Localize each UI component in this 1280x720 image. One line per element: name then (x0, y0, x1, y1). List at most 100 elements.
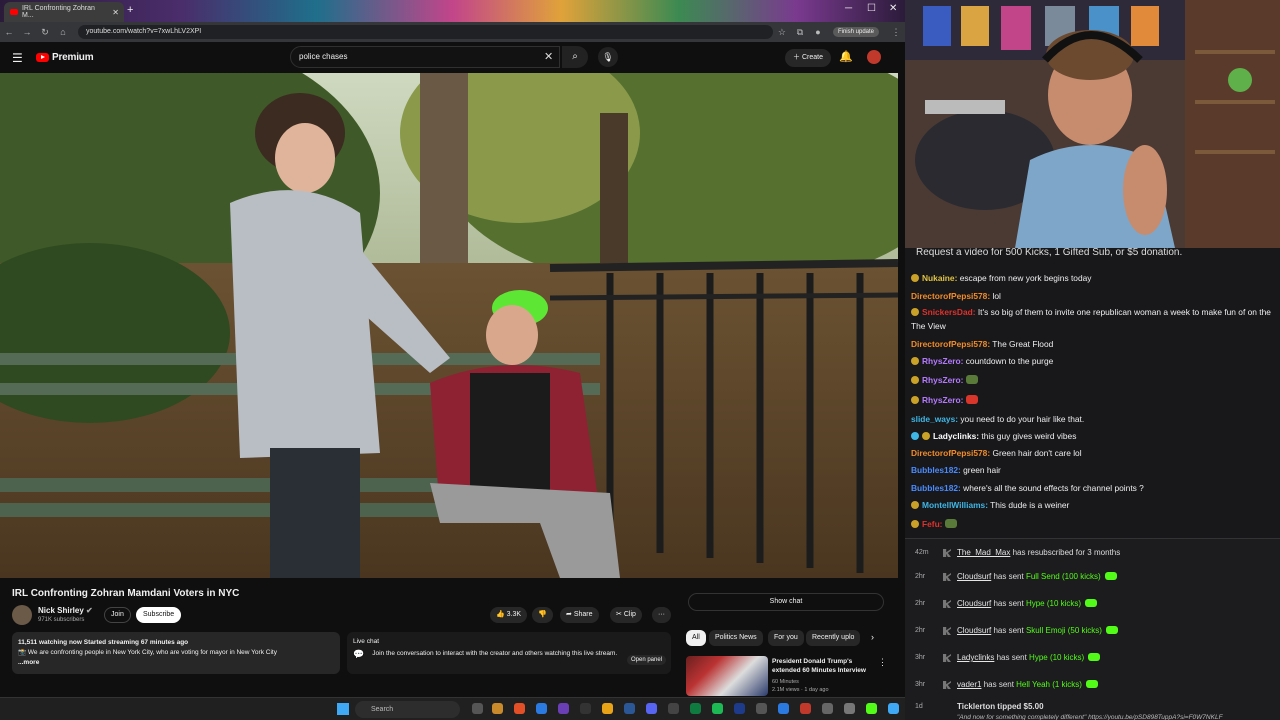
microphone-icon[interactable]: 🎙 (598, 47, 618, 67)
more-link[interactable]: ...more (18, 658, 334, 668)
close-tab-icon[interactable]: ✕ (112, 8, 119, 17)
badge-icon (911, 308, 919, 316)
menu-dots-icon[interactable]: ⋮ (887, 27, 905, 38)
emote-icon (944, 519, 957, 528)
event-item: Hell Yeah (1 kicks) (1016, 680, 1082, 689)
chip-all[interactable]: All (686, 630, 706, 646)
event-user[interactable]: Cloudsurf (957, 599, 991, 608)
app-icon-7[interactable] (734, 703, 745, 714)
chip-politics-news[interactable]: Politics News (709, 630, 763, 646)
user-avatar[interactable] (867, 50, 881, 64)
spotify-icon[interactable] (712, 703, 723, 714)
description-box[interactable]: 11,511 watching now Started streaming 67… (12, 632, 340, 674)
related-video-title[interactable]: President Donald Trump's extended 60 Min… (772, 657, 877, 675)
open-panel-button[interactable]: Open panel (627, 655, 667, 665)
chat-text: countdown to the purge (963, 356, 1054, 366)
new-tab-button[interactable]: + (127, 4, 133, 16)
related-video-thumbnail[interactable] (686, 656, 768, 696)
extensions-icon[interactable]: ⧉ (791, 27, 809, 38)
app-icon-2[interactable] (558, 703, 569, 714)
chat-message: RhysZero: (911, 372, 1276, 388)
chat-user[interactable]: SnickersDad: (922, 307, 976, 317)
search-input[interactable]: police chases (290, 46, 560, 68)
app-icon-11[interactable] (822, 703, 833, 714)
event-user[interactable]: vader1 (957, 680, 981, 689)
chip-for-you[interactable]: For you (768, 630, 804, 646)
hamburger-menu-icon[interactable]: ☰ (12, 51, 23, 65)
chat-user[interactable]: MontellWilliams: (922, 500, 988, 510)
like-button[interactable]: 👍 3.3K (490, 607, 528, 623)
chat-user[interactable]: Nukaine: (922, 273, 957, 283)
app-icon-6[interactable] (690, 703, 701, 714)
app-icon-1[interactable] (536, 703, 547, 714)
discord-icon[interactable] (646, 703, 657, 714)
event-row: 2hr Cloudsurf has sent Skull Emoji (50 ki… (905, 619, 1280, 643)
chat-user[interactable]: Ladyclinks: (933, 431, 979, 441)
back-icon[interactable]: ← (0, 27, 18, 37)
chat-user[interactable]: RhysZero: (922, 375, 963, 385)
app-icon-8[interactable] (756, 703, 767, 714)
minimize-icon[interactable]: ─ (845, 3, 852, 14)
browser-icon[interactable] (514, 703, 525, 714)
chevron-right-icon[interactable]: › (871, 632, 874, 642)
chat-user[interactable]: slide_ways: (911, 414, 958, 424)
chat-user[interactable]: Bubbles182: (911, 483, 961, 493)
badge-icon (922, 432, 930, 440)
app-icon-12[interactable] (844, 703, 855, 714)
windows-start-icon[interactable] (337, 703, 349, 715)
channel-name[interactable]: Nick Shirley ✔ (38, 606, 93, 615)
chat-user[interactable]: Fefu: (922, 519, 942, 529)
dislike-button[interactable]: 👎 (532, 607, 553, 623)
more-actions-button[interactable]: ··· (652, 607, 671, 623)
close-window-icon[interactable]: ✕ (889, 3, 897, 14)
clear-search-icon[interactable]: ✕ (544, 50, 553, 63)
youtube-favicon-icon (10, 9, 18, 15)
maximize-icon[interactable]: ☐ (867, 3, 876, 14)
chat-user[interactable]: Bubbles182: (911, 465, 961, 475)
url-field[interactable]: youtube.com/watch?v=7xwLhLV2XPI (78, 25, 773, 39)
chat-user[interactable]: DirectorofPepsi578: (911, 339, 990, 349)
event-user[interactable]: The_Mad_Max (957, 548, 1010, 557)
file-explorer-icon[interactable] (492, 703, 503, 714)
event-user[interactable]: Ladyclinks (957, 653, 994, 662)
youtube-logo[interactable]: Premium (36, 52, 94, 63)
join-button[interactable]: Join (104, 607, 131, 623)
task-view-icon[interactable] (472, 703, 483, 714)
app-icon-4[interactable] (624, 703, 635, 714)
event-user[interactable]: Cloudsurf (957, 572, 991, 581)
folder-icon[interactable] (602, 703, 613, 714)
chat-message: DirectorofPepsi578: Green hair don't car… (911, 445, 1276, 461)
badge-icon (911, 357, 919, 365)
clip-button[interactable]: ✂ Clip (610, 607, 642, 623)
create-button[interactable]: ＋ Create (785, 49, 831, 67)
event-user[interactable]: Cloudsurf (957, 626, 991, 635)
notifications-bell-icon[interactable]: 🔔 (839, 50, 853, 63)
app-icon-9[interactable] (778, 703, 789, 714)
chat-user[interactable]: RhysZero: (922, 395, 963, 405)
profile-icon[interactable]: ● (809, 27, 827, 37)
app-icon-10[interactable] (800, 703, 811, 714)
home-icon[interactable]: ⌂ (54, 27, 72, 37)
app-icon-13[interactable] (888, 703, 899, 714)
subscribe-button[interactable]: Subscribe (136, 607, 182, 623)
chat-user[interactable]: DirectorofPepsi578: (911, 448, 990, 458)
chip-recently-uploaded[interactable]: Recently uplo (806, 630, 861, 646)
finish-update-button[interactable]: Finish update (832, 27, 879, 37)
forward-icon[interactable]: → (18, 27, 36, 37)
app-icon-3[interactable] (580, 703, 591, 714)
video-player[interactable] (0, 73, 898, 578)
event-time: 42m (915, 549, 929, 556)
app-icon-5[interactable] (668, 703, 679, 714)
chat-user[interactable]: DirectorofPepsi578: (911, 291, 990, 301)
chat-user[interactable]: RhysZero: (922, 356, 963, 366)
share-button[interactable]: ➦ Share (560, 607, 599, 623)
kick-icon[interactable] (866, 703, 877, 714)
bookmark-star-icon[interactable]: ☆ (773, 27, 791, 38)
taskbar-search-input[interactable]: Search (355, 701, 460, 718)
related-menu-icon[interactable]: ⋮ (878, 657, 887, 668)
show-chat-button[interactable]: Show chat (688, 593, 884, 611)
channel-avatar[interactable] (12, 605, 32, 625)
reload-icon[interactable]: ↻ (36, 27, 54, 38)
browser-tab[interactable]: IRL Confronting Zohran M... ✕ (4, 2, 124, 22)
search-icon[interactable]: ⌕ (562, 46, 588, 68)
